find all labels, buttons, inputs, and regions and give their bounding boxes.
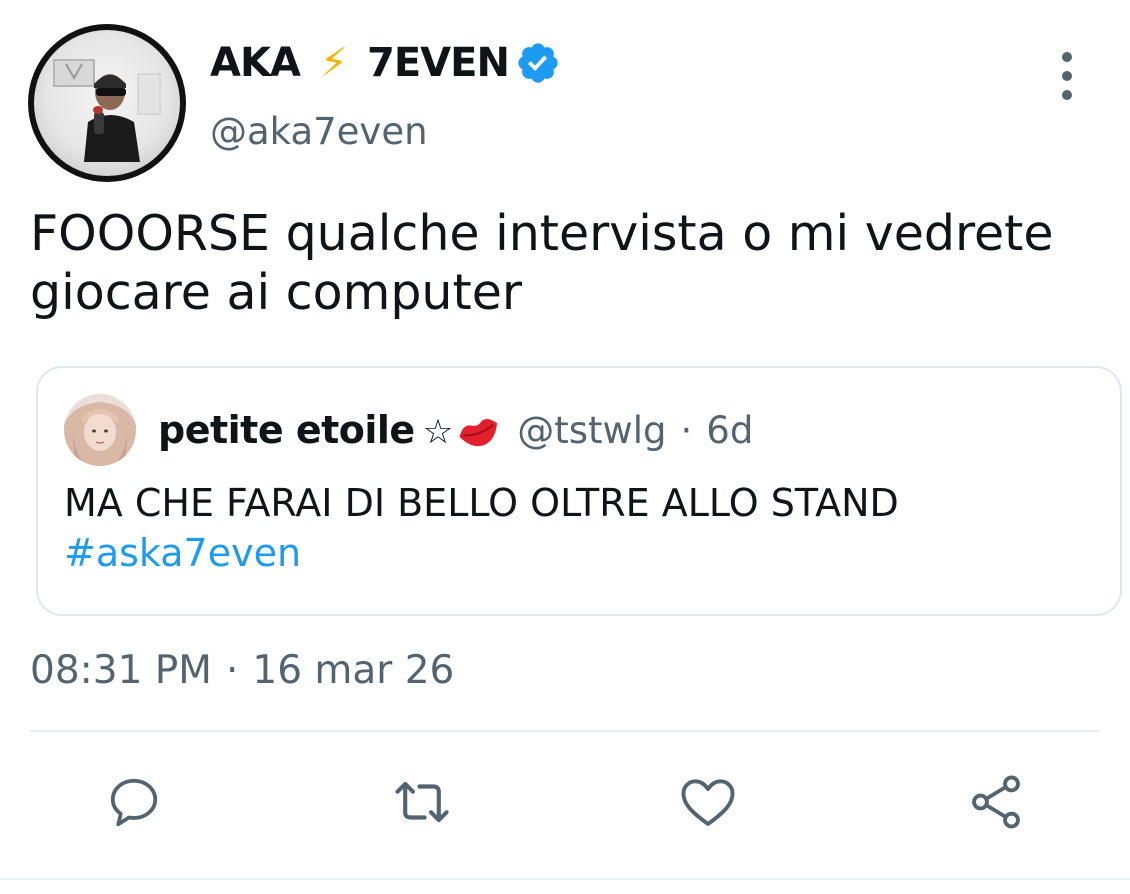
author-name-part2: 7EVEN bbox=[367, 40, 510, 86]
quoted-header: petite etoile ☆ @tstwlg · 6d bbox=[158, 408, 753, 452]
like-icon bbox=[681, 779, 735, 826]
author-handle[interactable]: @aka7even bbox=[210, 110, 428, 153]
author-avatar-image bbox=[34, 30, 180, 176]
retweet-button[interactable] bbox=[390, 770, 454, 834]
bottom-divider bbox=[0, 878, 1130, 880]
share-icon bbox=[972, 775, 1020, 829]
more-dot bbox=[1062, 90, 1072, 100]
quoted-name-emoji: ☆ bbox=[423, 412, 501, 452]
retweet-icon bbox=[395, 781, 449, 823]
quoted-author-name[interactable]: petite etoile bbox=[158, 408, 415, 452]
quoted-age: 6d bbox=[706, 409, 754, 452]
star-icon: ☆ bbox=[422, 412, 454, 452]
tweet-date: 16 mar 26 bbox=[252, 648, 455, 693]
author-avatar[interactable] bbox=[28, 24, 186, 182]
author-display-name[interactable]: AKA ⚡ 7EVEN bbox=[210, 40, 561, 86]
tweet-time: 08:31 PM bbox=[30, 648, 212, 693]
reply-button[interactable] bbox=[102, 770, 166, 834]
more-dot bbox=[1062, 52, 1072, 62]
quoted-tweet-card[interactable]: petite etoile ☆ @tstwlg · 6d MA CHE FARA… bbox=[36, 366, 1122, 616]
reply-icon bbox=[110, 778, 158, 827]
quoted-separator: · bbox=[680, 409, 693, 452]
quoted-author-handle[interactable]: @tstwlg bbox=[517, 409, 666, 452]
verified-badge-icon bbox=[515, 40, 561, 86]
quoted-author-avatar[interactable] bbox=[64, 394, 136, 466]
tweet-text: FOOORSE qualche intervista o mi vedrete … bbox=[30, 205, 1054, 321]
like-button[interactable] bbox=[676, 770, 740, 834]
quoted-hashtag-link[interactable]: #aska7even bbox=[64, 528, 899, 578]
more-dot bbox=[1062, 71, 1072, 81]
timestamp-separator: · bbox=[225, 648, 239, 693]
quoted-text-block: MA CHE FARAI DI BELLO OLTRE ALLO STAND #… bbox=[64, 478, 899, 578]
share-button[interactable] bbox=[964, 770, 1028, 834]
more-options-icon[interactable] bbox=[1052, 52, 1082, 100]
tweet-timestamp: 08:31 PM · 16 mar 26 bbox=[30, 648, 454, 693]
quoted-text: MA CHE FARAI DI BELLO OLTRE ALLO STAND bbox=[64, 481, 899, 525]
lightning-bolt-icon: ⚡ bbox=[319, 40, 348, 86]
lips-icon bbox=[459, 418, 498, 447]
action-bar-divider bbox=[30, 730, 1100, 732]
author-name-part1: AKA bbox=[210, 40, 301, 86]
